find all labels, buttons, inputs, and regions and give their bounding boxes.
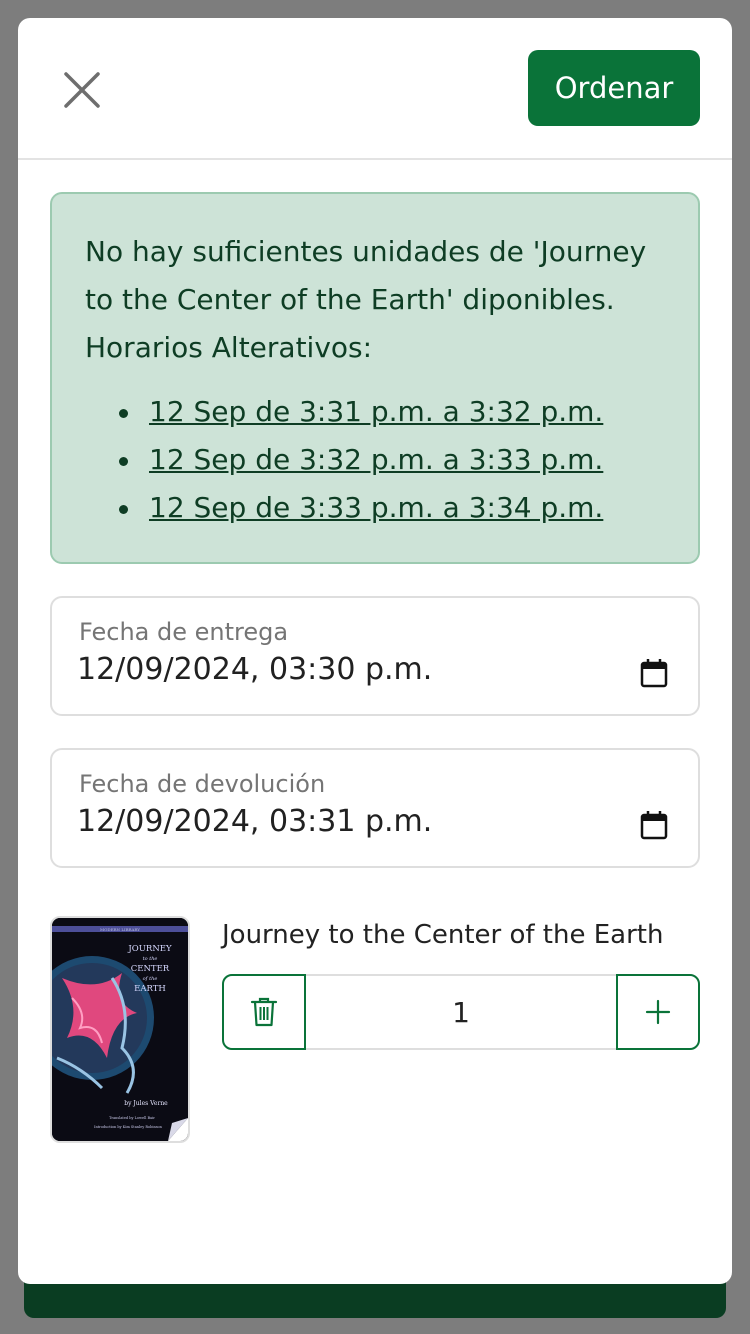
calendar-icon[interactable] [640, 658, 668, 688]
cover-title-5: EARTH [134, 984, 166, 994]
plus-icon [645, 999, 671, 1025]
cover-title-3: CENTER [131, 964, 170, 974]
return-date-value[interactable]: 12/09/2024, 03:31 p.m. [77, 804, 432, 839]
remove-item-button[interactable] [222, 974, 306, 1050]
delivery-date-value[interactable]: 12/09/2024, 03:30 p.m. [77, 652, 432, 687]
cover-series: MODERN LIBRARY [100, 927, 140, 932]
close-icon [64, 72, 100, 108]
cover-translator: Translated by Lowell Bair [109, 1116, 155, 1120]
quantity-stepper: 1 [222, 974, 700, 1050]
cover-title-1: JOURNEY [127, 944, 172, 954]
order-modal: Ordenar No hay suficientes unidades de '… [18, 18, 732, 1284]
cover-author: by Jules Verne [124, 1100, 168, 1107]
return-date-field[interactable]: Fecha de devolución 12/09/2024, 03:31 p.… [50, 748, 700, 868]
modal-header: Ordenar [18, 18, 732, 160]
book-cover-art: MODERN LIBRARY JOURNEY to the CENTER of … [52, 918, 188, 1141]
close-button[interactable] [60, 68, 104, 112]
list-item: 12 Sep de 3:31 p.m. a 3:32 p.m. [115, 388, 666, 436]
delivery-date-field[interactable]: Fecha de entrega 12/09/2024, 03:30 p.m. [50, 596, 700, 716]
alert-message: No hay suficientes unidades de 'Journey … [85, 235, 647, 364]
delivery-date-label: Fecha de entrega [79, 618, 289, 646]
list-item: 12 Sep de 3:32 p.m. a 3:33 p.m. [115, 436, 666, 484]
book-cover-image: MODERN LIBRARY JOURNEY to the CENTER of … [50, 916, 190, 1143]
return-date-label: Fecha de devolución [79, 770, 326, 798]
cover-intro: Introduction by Kim Stanley Robinson [94, 1125, 162, 1129]
alternative-slot-link[interactable]: 12 Sep de 3:31 p.m. a 3:32 p.m. [149, 395, 603, 428]
alternative-slots-list: 12 Sep de 3:31 p.m. a 3:32 p.m. 12 Sep d… [115, 388, 666, 532]
alternative-slot-link[interactable]: 12 Sep de 3:32 p.m. a 3:33 p.m. [149, 443, 603, 476]
list-item: 12 Sep de 3:33 p.m. a 3:34 p.m. [115, 484, 666, 532]
item-title: Journey to the Center of the Earth [222, 920, 664, 950]
calendar-icon[interactable] [640, 810, 668, 840]
increase-quantity-button[interactable] [616, 974, 700, 1050]
quantity-input[interactable]: 1 [306, 974, 616, 1050]
order-button[interactable]: Ordenar [528, 50, 700, 126]
cover-title-2: to the [143, 956, 158, 962]
alternative-slot-link[interactable]: 12 Sep de 3:33 p.m. a 3:34 p.m. [149, 491, 603, 524]
cover-title-4: of the [143, 976, 158, 982]
trash-icon [250, 997, 278, 1027]
availability-alert: No hay suficientes unidades de 'Journey … [50, 192, 700, 564]
